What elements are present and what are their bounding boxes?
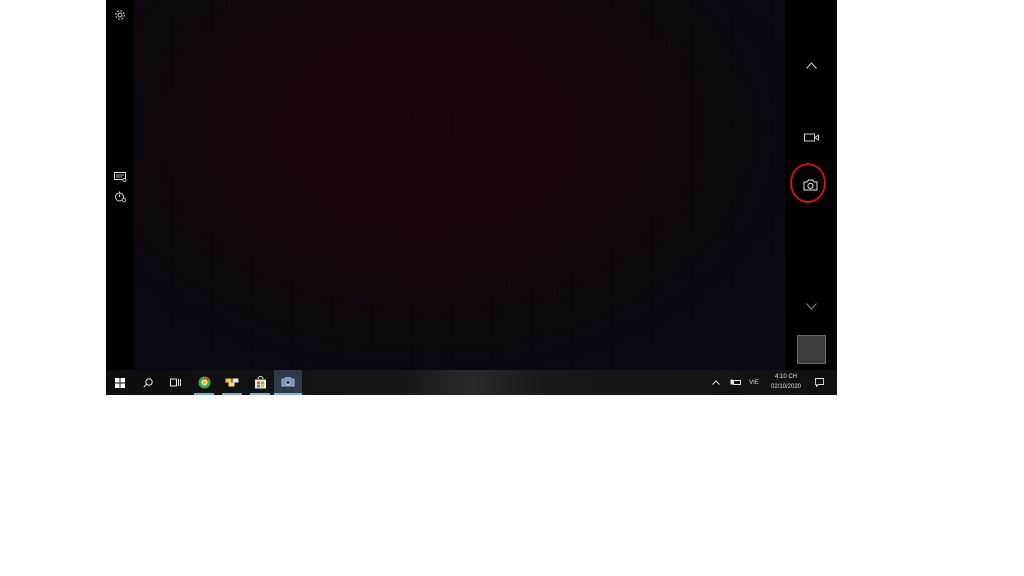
self-timer-icon[interactable] (112, 188, 128, 204)
highlight-circle-annotation (790, 163, 826, 203)
last-photo-thumbnail[interactable] (797, 335, 826, 364)
input-language[interactable]: VIE (747, 370, 761, 395)
camera-app-icon[interactable] (274, 370, 302, 395)
file-explorer-icon[interactable] (218, 370, 246, 395)
chevron-down-icon[interactable] (803, 300, 819, 312)
show-hidden-icons-icon[interactable] (710, 370, 722, 395)
clock-time: 4:10 CH (774, 374, 797, 380)
network-icon[interactable] (728, 370, 742, 395)
camera-preview (134, 0, 785, 370)
search-icon[interactable] (134, 370, 162, 395)
hdr-icon[interactable] (112, 170, 128, 184)
notification-icon[interactable] (812, 370, 826, 395)
windows-taskbar: VIE 4:10 CH 02/10/2020 (106, 370, 837, 395)
taskbar-clock[interactable]: 4:10 CH 02/10/2020 (764, 372, 808, 392)
store-icon[interactable] (246, 370, 274, 395)
clock-date: 02/10/2020 (770, 384, 802, 390)
chrome-icon[interactable] (190, 370, 218, 395)
chevron-up-icon[interactable] (803, 58, 819, 72)
settings-icon[interactable] (112, 7, 128, 23)
camera-app-window: VIE 4:10 CH 02/10/2020 (106, 0, 837, 395)
camera-left-toolbar (106, 0, 134, 370)
task-view-icon[interactable] (162, 370, 190, 395)
start-icon[interactable] (106, 370, 134, 395)
video-icon[interactable] (802, 130, 820, 144)
